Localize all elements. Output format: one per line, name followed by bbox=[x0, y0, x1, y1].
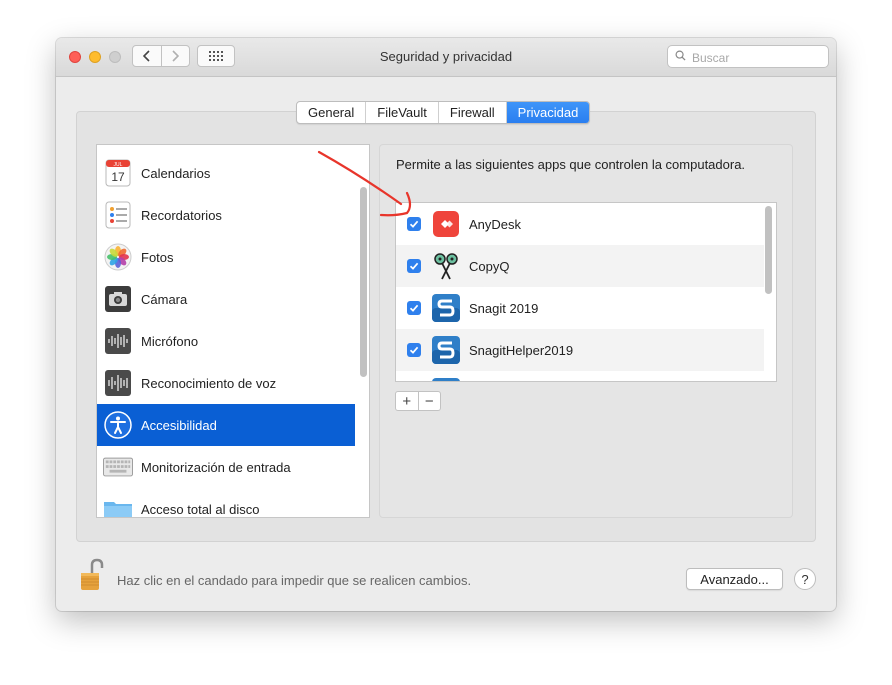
anydesk-checkbox[interactable] bbox=[407, 217, 421, 231]
add-remove-buttons: + − bbox=[395, 391, 441, 411]
sidebar-item-label: Reconocimiento de voz bbox=[141, 375, 277, 391]
photos-icon bbox=[103, 242, 133, 272]
sidebar-item-label: Calendarios bbox=[141, 165, 211, 181]
help-button[interactable]: ? bbox=[794, 568, 816, 590]
tab-bar: General FileVault Firewall Privacidad bbox=[296, 101, 591, 124]
speech-recognition-icon bbox=[103, 368, 133, 398]
search-input[interactable] bbox=[690, 49, 824, 66]
app-row-copyq[interactable]: CopyQ bbox=[396, 245, 764, 287]
microphone-icon bbox=[103, 326, 133, 356]
tab-general[interactable]: General bbox=[297, 102, 365, 123]
app-name: Snagit 2019 bbox=[469, 300, 539, 316]
app-row-anydesk[interactable]: AnyDesk bbox=[396, 203, 764, 245]
sidebar-item-microfono[interactable]: Micrófono bbox=[97, 320, 355, 362]
sidebar-item-accesibilidad[interactable]: Accesibilidad bbox=[97, 404, 355, 446]
tab-filevault[interactable]: FileVault bbox=[365, 102, 438, 123]
snagithelper-checkbox[interactable] bbox=[407, 343, 421, 357]
app-name: CopyQ bbox=[469, 258, 510, 274]
calendar-icon: JUL 17 bbox=[103, 158, 133, 188]
advanced-button[interactable]: Avanzado... bbox=[686, 568, 783, 590]
sidebar-scrollbar[interactable] bbox=[360, 187, 367, 377]
app-name: AnyDesk bbox=[469, 216, 522, 232]
snagit-checkbox[interactable] bbox=[407, 301, 421, 315]
accessibility-icon bbox=[103, 410, 133, 440]
checkmark-icon bbox=[409, 346, 419, 354]
sidebar-item-calendarios[interactable]: JUL 17 Calendarios bbox=[97, 152, 355, 194]
sidebar-item-fotos[interactable]: Fotos bbox=[97, 236, 355, 278]
app-row-snagit-2019[interactable]: Snagit 2019 bbox=[396, 287, 764, 329]
sidebar-item-monitorizacion-de-entrada[interactable]: Monitorización de entrada bbox=[97, 446, 355, 488]
checkmark-icon bbox=[409, 262, 419, 270]
sidebar-item-recordatorios[interactable]: Recordatorios bbox=[97, 194, 355, 236]
remove-app-button[interactable]: − bbox=[417, 392, 441, 410]
app-row-snagithelper2019[interactable]: SnagitHelper2019 bbox=[396, 329, 764, 371]
sidebar-item-label: Fotos bbox=[141, 249, 174, 265]
sidebar-item-reconocimiento-de-voz[interactable]: Reconocimiento de voz bbox=[97, 362, 355, 404]
sidebar-item-label: Cámara bbox=[141, 291, 188, 307]
reminders-icon bbox=[103, 200, 133, 230]
privacy-category-list[interactable]: JUL 17 Calendarios Recordatorios Fotos C… bbox=[96, 144, 370, 518]
snagit-icon bbox=[432, 336, 460, 364]
checkmark-icon bbox=[409, 220, 419, 228]
snagit-icon bbox=[432, 294, 460, 322]
app-row-partial[interactable] bbox=[396, 371, 764, 381]
anydesk-icon bbox=[432, 210, 460, 238]
sidebar-item-label: Micrófono bbox=[141, 333, 199, 349]
sidebar-item-label: Acceso total al disco bbox=[141, 501, 260, 517]
lock-status-text: Haz clic en el candado para impedir que … bbox=[117, 573, 472, 588]
preferences-window: Seguridad y privacidad General FileVault… bbox=[56, 38, 836, 611]
permissions-description: Permite a las siguientes apps que contro… bbox=[396, 157, 746, 172]
copyq-icon bbox=[432, 252, 460, 280]
search-icon bbox=[675, 50, 686, 61]
snagit-icon bbox=[432, 378, 460, 381]
title-bar: Seguridad y privacidad bbox=[56, 38, 836, 77]
sidebar-item-label: Recordatorios bbox=[141, 207, 222, 223]
app-name: SnagitHelper2019 bbox=[469, 342, 574, 358]
sidebar-item-label: Monitorización de entrada bbox=[141, 459, 291, 475]
sidebar-item-camara[interactable]: Cámara bbox=[97, 278, 355, 320]
add-app-button[interactable]: + bbox=[396, 392, 418, 410]
unlocked-padlock-icon[interactable] bbox=[79, 558, 105, 592]
sidebar-item-label: Accesibilidad bbox=[141, 417, 217, 433]
svg-text:JUL: JUL bbox=[114, 162, 123, 168]
app-list-scrollbar[interactable] bbox=[765, 206, 772, 294]
sidebar-item-acceso-total-al-disco[interactable]: Acceso total al disco bbox=[97, 488, 355, 517]
camera-icon bbox=[103, 284, 133, 314]
tab-firewall[interactable]: Firewall bbox=[437, 102, 506, 123]
copyq-checkbox[interactable] bbox=[407, 259, 421, 273]
tab-privacidad[interactable]: Privacidad bbox=[505, 102, 590, 123]
checkmark-icon bbox=[409, 304, 419, 312]
app-list[interactable]: AnyDesk CopyQ Snagit 2019 SnagitHelper20… bbox=[395, 202, 777, 382]
search-field[interactable] bbox=[667, 45, 829, 68]
folder-icon bbox=[103, 494, 133, 517]
svg-text:17: 17 bbox=[111, 170, 125, 184]
keyboard-icon bbox=[103, 452, 133, 482]
